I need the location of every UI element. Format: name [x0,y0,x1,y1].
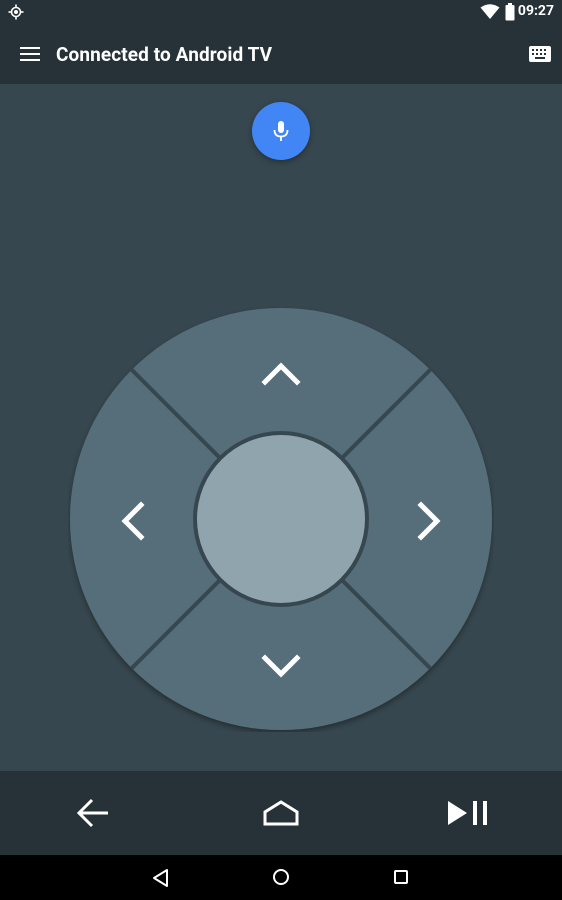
square-recents-icon [394,870,408,884]
nav-back-button[interactable] [131,855,191,900]
wifi-icon [480,4,500,19]
voice-search-button[interactable] [252,102,310,160]
back-button[interactable] [44,771,144,855]
home-button[interactable] [231,771,331,855]
app-title: Connected to Android TV [56,43,273,66]
status-bar: 09:27 [0,0,562,24]
nav-recents-button[interactable] [371,855,431,900]
location-icon [8,4,24,20]
system-nav-bar [0,855,562,900]
microphone-icon [273,121,289,141]
battery-icon [505,3,515,21]
play-pause-icon [448,801,487,825]
media-controls-bar [0,771,562,855]
dpad [70,308,492,730]
arrow-left-icon [77,798,108,828]
play-pause-button[interactable] [418,771,518,855]
keyboard-icon[interactable] [529,46,551,62]
status-time: 09:27 [517,3,554,19]
home-outline-icon [263,800,299,826]
hamburger-menu-icon[interactable] [20,46,40,62]
triangle-back-icon [153,869,168,887]
circle-home-icon [273,869,289,885]
app-bar: Connected to Android TV [0,24,562,84]
nav-home-button[interactable] [251,855,311,900]
select-button[interactable] [197,435,365,603]
